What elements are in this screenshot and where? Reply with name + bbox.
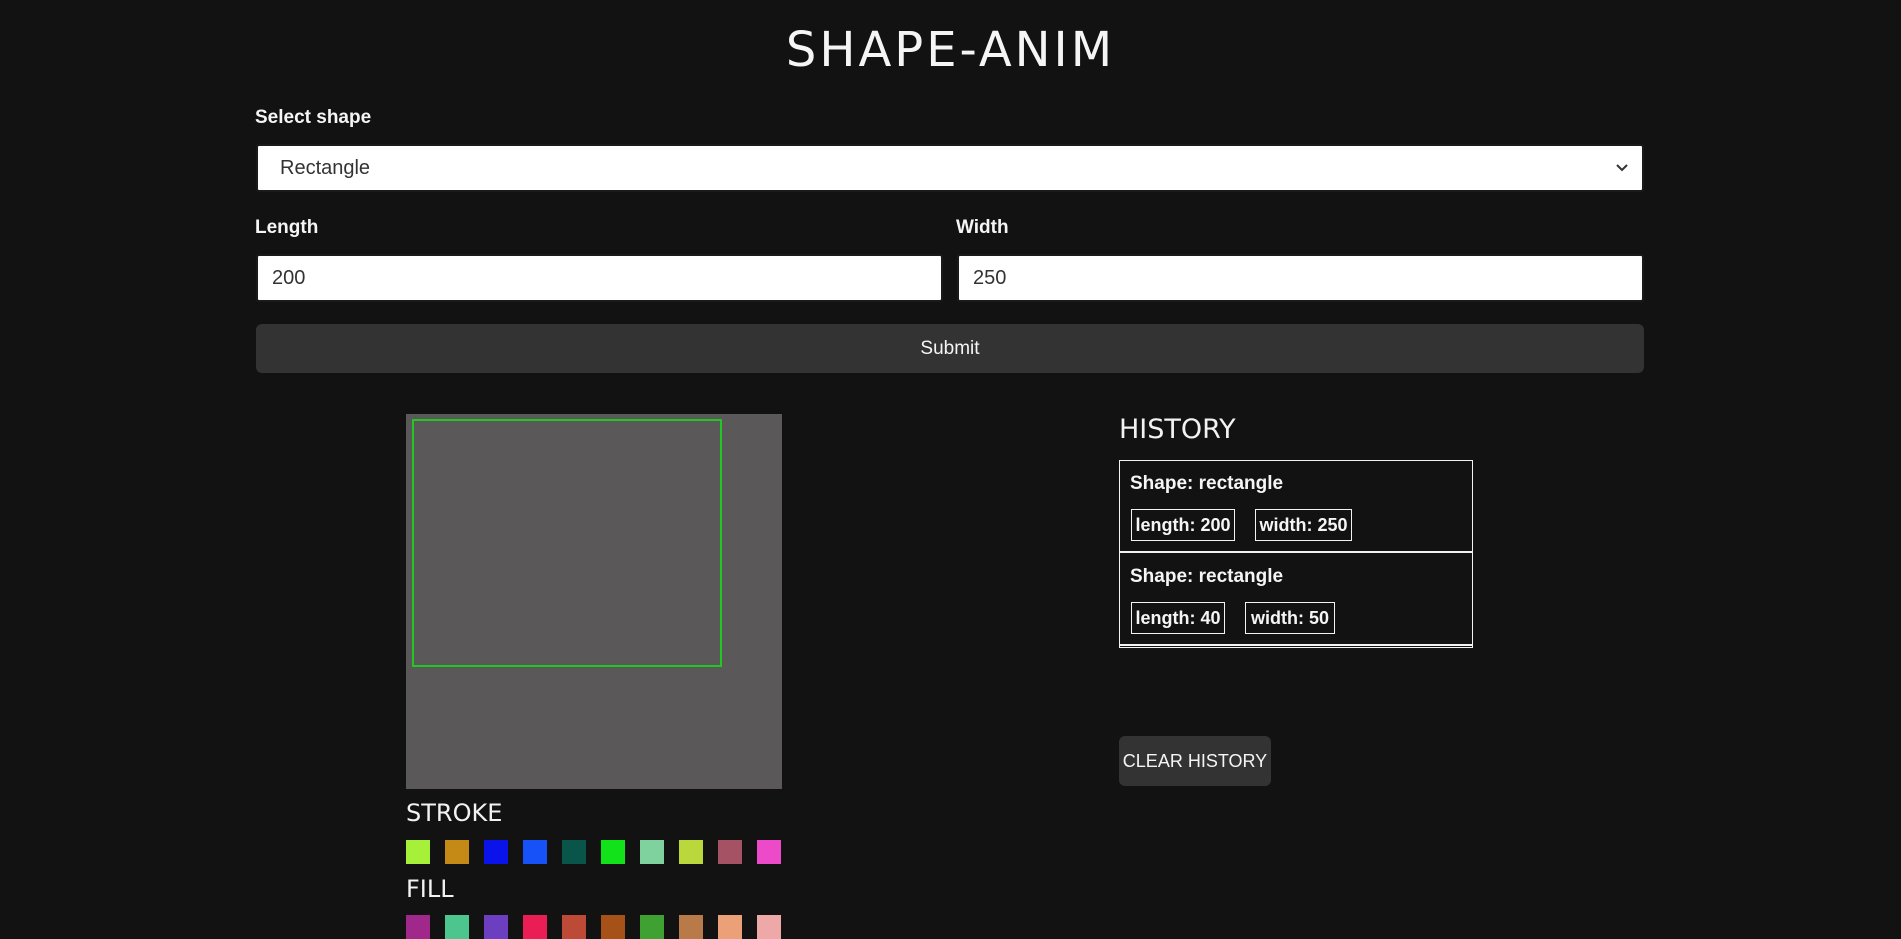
stroke-color-swatch[interactable] bbox=[640, 840, 664, 864]
app-title: SHAPE-ANIM bbox=[785, 22, 1116, 78]
drawing-canvas bbox=[406, 414, 782, 789]
clear-history-button[interactable]: CLEAR HISTORY bbox=[1119, 736, 1271, 786]
stroke-color-swatch[interactable] bbox=[757, 840, 781, 864]
stroke-color-palette bbox=[406, 840, 781, 864]
submit-button[interactable]: Submit bbox=[256, 324, 1644, 373]
fill-color-swatch[interactable] bbox=[718, 915, 742, 939]
history-entry: Shape: rectangle length: 40 width: 50 bbox=[1120, 554, 1472, 646]
fill-color-swatch[interactable] bbox=[445, 915, 469, 939]
shape-select-value: Rectangle bbox=[280, 156, 371, 179]
history-width-badge: width: 50 bbox=[1245, 602, 1335, 634]
length-input-value: 200 bbox=[272, 266, 306, 289]
stroke-color-swatch[interactable] bbox=[601, 840, 625, 864]
page: SHAPE-ANIM Select shape Rectangle Length… bbox=[0, 0, 1901, 939]
width-input[interactable]: 250 bbox=[957, 254, 1644, 302]
width-label: Width bbox=[956, 217, 1009, 238]
fill-color-swatch[interactable] bbox=[484, 915, 508, 939]
rectangle-shape bbox=[412, 419, 722, 667]
stroke-color-swatch[interactable] bbox=[523, 840, 547, 864]
stroke-color-swatch[interactable] bbox=[718, 840, 742, 864]
fill-color-swatch[interactable] bbox=[757, 915, 781, 939]
fill-color-swatch[interactable] bbox=[679, 915, 703, 939]
fill-color-swatch[interactable] bbox=[406, 915, 430, 939]
stroke-color-swatch[interactable] bbox=[562, 840, 586, 864]
history-entry: Shape: rectangle length: 200 width: 250 bbox=[1120, 461, 1472, 553]
stroke-color-swatch[interactable] bbox=[406, 840, 430, 864]
fill-color-swatch[interactable] bbox=[640, 915, 664, 939]
chevron-down-icon bbox=[1616, 164, 1628, 172]
fill-color-swatch[interactable] bbox=[523, 915, 547, 939]
width-input-value: 250 bbox=[973, 266, 1007, 289]
fill-color-palette bbox=[406, 915, 781, 939]
history-length-badge: length: 200 bbox=[1131, 509, 1235, 541]
stroke-heading: STROKE bbox=[406, 799, 503, 827]
history-title: HISTORY bbox=[1119, 414, 1236, 445]
length-label: Length bbox=[255, 217, 319, 238]
history-list: Shape: rectangle length: 200 width: 250 … bbox=[1119, 460, 1473, 648]
length-input[interactable]: 200 bbox=[256, 254, 943, 302]
history-width-badge: width: 250 bbox=[1255, 509, 1352, 541]
stroke-color-swatch[interactable] bbox=[445, 840, 469, 864]
fill-color-swatch[interactable] bbox=[562, 915, 586, 939]
stroke-color-swatch[interactable] bbox=[484, 840, 508, 864]
shape-select[interactable]: Rectangle bbox=[256, 144, 1644, 192]
fill-heading: FILL bbox=[406, 875, 454, 903]
fill-color-swatch[interactable] bbox=[601, 915, 625, 939]
history-entry-shape: Shape: rectangle bbox=[1130, 566, 1284, 587]
select-shape-label: Select shape bbox=[255, 107, 372, 128]
history-length-badge: length: 40 bbox=[1131, 602, 1225, 634]
stroke-color-swatch[interactable] bbox=[679, 840, 703, 864]
history-entry-shape: Shape: rectangle bbox=[1130, 473, 1284, 494]
